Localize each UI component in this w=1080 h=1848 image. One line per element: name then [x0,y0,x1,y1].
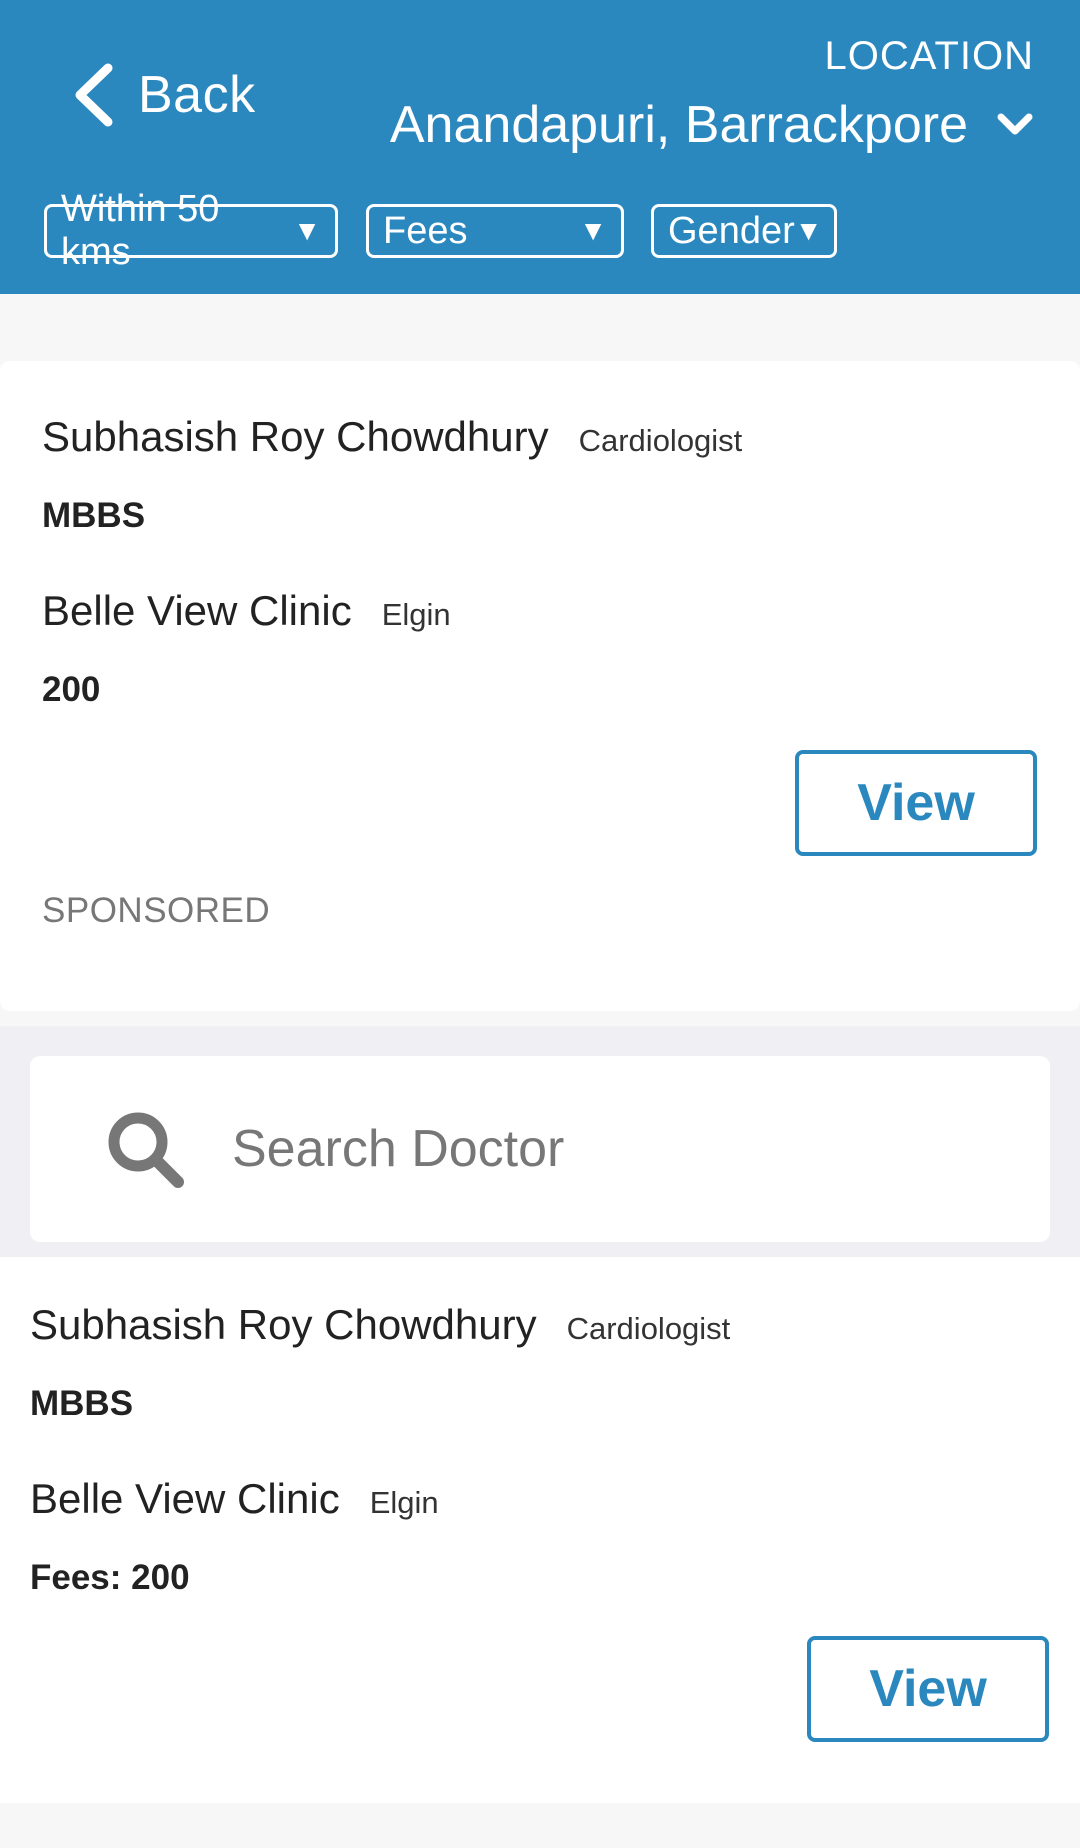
sponsored-badge: SPONSORED [42,891,271,930]
doctor-name: Subhasish Roy Chowdhury [30,1301,537,1348]
view-button[interactable]: View [807,1636,1049,1742]
sponsored-doctor-card: Subhasish Roy Chowdhury Cardiologist MBB… [0,361,1080,1011]
distance-filter-label: Within 50 kms [61,188,220,273]
location-value: Anandapuri, Barrackpore [389,96,968,154]
doctor-degree: MBBS [30,1384,134,1423]
clinic-row: Belle View Clinic Elgin [42,587,451,635]
search-input[interactable] [232,1119,992,1179]
clinic-area: Elgin [369,1485,439,1520]
doctor-degree: MBBS [42,496,146,535]
dropdown-caret-icon: ▼ [579,215,607,246]
location-selector[interactable]: Anandapuri, Barrackpore [390,92,1034,158]
gender-filter-label: Gender [668,209,795,252]
doctor-fees: 200 [42,670,101,709]
gender-filter[interactable]: Gender ▼ [651,204,837,258]
doctor-name-row: Subhasish Roy Chowdhury Cardiologist [42,413,742,461]
doctor-name: Subhasish Roy Chowdhury [42,413,549,460]
fees-filter[interactable]: Fees ▼ [366,204,624,258]
back-label: Back [138,66,256,124]
top-bar: Back LOCATION Anandapuri, Barrackpore Wi… [0,0,1080,294]
doctor-specialty: Cardiologist [578,423,743,458]
dropdown-caret-icon: ▼ [293,215,321,246]
doctor-name-row: Subhasish Roy Chowdhury Cardiologist [30,1301,730,1349]
clinic-row: Belle View Clinic Elgin [30,1475,439,1523]
doctor-card: Subhasish Roy Chowdhury Cardiologist MBB… [0,1257,1080,1803]
chevron-left-icon [75,63,113,127]
doctor-fees: Fees: 200 [30,1558,190,1597]
clinic-name: Belle View Clinic [30,1475,340,1522]
chevron-down-icon [997,113,1033,135]
search-bar[interactable] [30,1056,1050,1242]
location-caption: LOCATION [824,34,1034,78]
view-button[interactable]: View [795,750,1037,856]
search-section [0,1026,1080,1257]
dropdown-caret-icon: ▼ [794,215,823,246]
search-icon [108,1112,184,1188]
back-button[interactable]: Back [70,62,256,128]
clinic-area: Elgin [381,597,451,632]
doctor-specialty: Cardiologist [566,1311,731,1346]
clinic-name: Belle View Clinic [42,587,352,634]
fees-filter-label: Fees [383,209,468,252]
distance-filter[interactable]: Within 50 kms ▼ [44,188,338,273]
